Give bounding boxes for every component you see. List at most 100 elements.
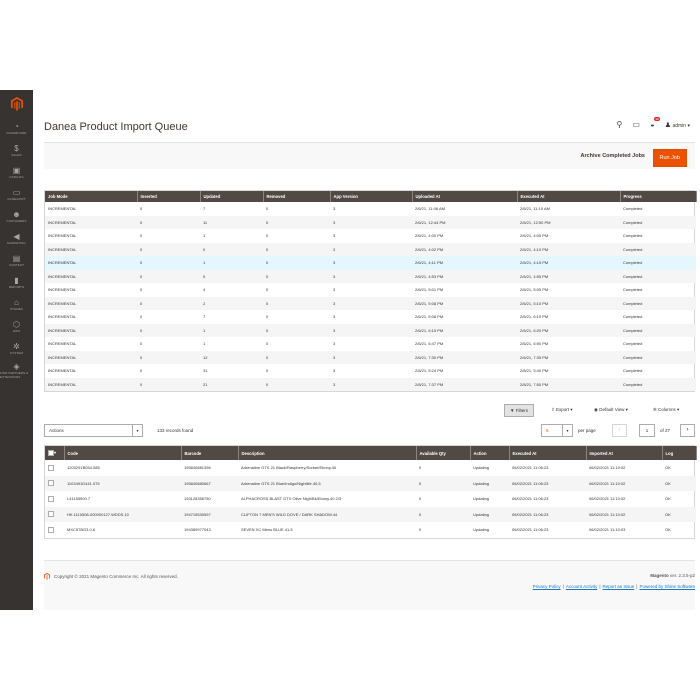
table-cell: 7 [203, 206, 206, 212]
page-number-input[interactable]: 1 [639, 424, 655, 437]
sidebar-item[interactable]: ▣ Catalog [0, 162, 33, 182]
row-select[interactable] [45, 460, 64, 476]
table-row[interactable]: INCREMENTAL 0 4 0 3 2/6/21, 5:01 PM 2/6/21, 5:… [45, 283, 696, 297]
table-row[interactable]: INCREMENTAL 0 2 0 3 2/6/21, 5:08 PM 2/6/21, 5:… [45, 296, 696, 310]
sidebar-item[interactable]: $ Sales [0, 140, 33, 160]
footer-links: Privacy Policy | Account Activity | Report a… [531, 584, 695, 589]
table-row[interactable]: INCREMENTAL 0 0 0 3 2/6/21, 4:02 PM 2/6/21, 4:… [45, 242, 696, 256]
dashboard-icon: ◔ [14, 121, 19, 131]
row-select[interactable] [45, 506, 64, 522]
admin-user-label: admin ▾ [672, 122, 690, 129]
footer-link[interactable]: Account Activity [566, 584, 598, 589]
barcode-link[interactable]: 193128356750 [181, 491, 238, 507]
sidebar-item[interactable]: ▭ Danea/PRT [0, 184, 33, 204]
column-header[interactable]: Progress [620, 191, 697, 202]
column-header[interactable]: Job Mode [45, 191, 138, 202]
sidebar-item[interactable]: ⌂ Stores [0, 294, 33, 314]
per-page-select[interactable]: 5 ▾ [541, 424, 573, 437]
column-header[interactable]: Inserted [137, 191, 201, 202]
admin-user-menu[interactable]: ♟ admin ▾ [665, 121, 690, 129]
table-row[interactable]: L41155900.7 193128356750 ALPHACROSS BLAST … [45, 491, 696, 507]
barcode-link[interactable]: 194389977043 [181, 522, 238, 538]
checkbox[interactable] [48, 480, 54, 487]
table-row[interactable]: MXC57BG3.0.6 194389977043 SEVEN XC Mens BL… [45, 522, 696, 538]
table-row[interactable]: INCREMENTAL 0 1 0 3 2/6/21, 6:15 PM 2/6/21, 6:… [45, 323, 696, 337]
table-row[interactable]: INCREMENTAL 0 31 0 3 2/8/21, 5:24 PM 2/8/21, 5… [45, 364, 696, 378]
table-cell: Completed [623, 233, 643, 239]
column-header[interactable]: Imported At [586, 446, 663, 460]
table-row[interactable]: INCREMENTAL 0 7 0 3 2/6/21, 6:08 PM 2/6/21, 6:… [45, 310, 696, 324]
table-cell: 0 [137, 323, 200, 337]
archive-completed-jobs-button[interactable]: Archive Completed Jobs [581, 153, 646, 159]
view-selector[interactable]: ◉ Default View ▾ [594, 407, 628, 413]
table-cell: 2/6/21, 4:15 PM [517, 256, 620, 270]
export-button[interactable]: ⇪ Export ▾ [551, 407, 573, 413]
table-cell: 0 [266, 314, 269, 320]
barcode-link[interactable]: 195840881396 [181, 460, 238, 476]
sidebar-item[interactable]: ▮ Reports [0, 272, 33, 292]
table-cell: 06/02/2021 11:10:02 [589, 465, 626, 471]
filters-button[interactable]: ▼ Filters [504, 404, 534, 417]
column-header[interactable]: Available Qty [416, 446, 471, 460]
footer-link[interactable]: Powered by Shine Software [639, 584, 695, 589]
mass-actions-select[interactable]: Actions ▾ [44, 424, 143, 437]
column-header[interactable]: Removed [263, 191, 331, 202]
barcode-link[interactable]: 194715530597 [181, 506, 238, 522]
column-header[interactable]: Log [662, 446, 697, 460]
table-row[interactable]: INCREMENTAL 0 5 0 3 2/6/21, 4:53 PM 2/6/21, 4:… [45, 269, 696, 283]
sidebar-item[interactable]: ☻ Customers [0, 206, 33, 226]
table-cell: 2/8/21, 5:24 PM [415, 368, 444, 374]
sidebar-item[interactable]: ◈ Find Partners & Extensions [0, 360, 33, 380]
magento-logo[interactable] [0, 90, 33, 118]
store-icon: ⌂ [14, 297, 19, 307]
bell-icon[interactable]: ◒ 99 [650, 117, 660, 129]
row-select[interactable] [45, 522, 64, 538]
columns-button[interactable]: ✲ Columns ▾ [653, 407, 679, 413]
column-header[interactable]: Code [64, 446, 182, 460]
column-header[interactable]: App Version [330, 191, 413, 202]
search-icon[interactable]: ⚲ [617, 120, 623, 129]
sidebar-item[interactable]: ▤ Content [0, 250, 33, 270]
table-row[interactable]: 1203291B054.085 195840881396 Adrenaline GT… [45, 460, 696, 476]
checkbox[interactable] [48, 526, 54, 533]
table-row[interactable]: INCREMENTAL 0 11 0 3 2/6/21, 12:44 PM 2/6/21, … [45, 215, 696, 229]
gear-icon: ✲ [653, 407, 657, 412]
footer-copyright: Copyright © 2021 Magento Commerce Inc. A… [44, 573, 178, 580]
table-row[interactable]: INCREMENTAL 0 7 0 3 2/6/21, 11:06 AM 2/6/21, 1… [45, 202, 696, 216]
table-row[interactable]: INCREMENTAL 0 12 0 3 2/6/21, 7:30 PM 2/6/21, 7… [45, 350, 696, 364]
column-header[interactable]: Action [470, 446, 510, 460]
monitor-icon[interactable]: ▭ [632, 120, 640, 129]
column-header[interactable]: Description [238, 446, 417, 460]
column-header[interactable]: Barcode [181, 446, 239, 460]
sidebar-item[interactable]: ✲ System [0, 338, 33, 358]
checkbox[interactable] [48, 464, 54, 471]
previous-page-button[interactable]: ‹ [612, 424, 627, 437]
copyright-text: Copyright © 2021 Magento Commerce Inc. A… [54, 574, 178, 579]
table-row[interactable]: INCREMENTAL 0 21 0 3 2/8/21, 7:37 PM 2/8/21, 7… [45, 377, 696, 391]
table-cell: 2/6/21, 5:10 PM [517, 296, 620, 310]
column-header[interactable]: Uploaded At [412, 191, 518, 202]
sidebar-item[interactable]: ◀ Marketing [0, 228, 33, 248]
table-row[interactable]: HK.1110508-000000127.WDDS.10 194715530597… [45, 506, 696, 522]
footer-link[interactable]: Report an Issue [603, 584, 635, 589]
column-header[interactable]: Executed At [517, 191, 621, 202]
sidebar-item[interactable]: ⬡ Hiku [0, 316, 33, 336]
barcode-link[interactable]: 195840880667 [181, 475, 238, 491]
table-row[interactable]: INCREMENTAL 0 1 0 3 2/6/21, 4:11 PM 2/6/21, 4:… [45, 256, 696, 270]
table-row[interactable]: 1103491D441.075 195840880667 Adrenaline GT… [45, 475, 696, 491]
sidebar-item[interactable]: ◔ Dashboard [0, 118, 33, 138]
checkbox[interactable] [48, 495, 54, 502]
footer-link[interactable]: Privacy Policy [533, 584, 561, 589]
row-select[interactable] [45, 475, 64, 491]
column-header[interactable]: Updated [200, 191, 264, 202]
table-cell: 12 [200, 350, 263, 364]
next-page-button[interactable]: › [680, 424, 695, 437]
row-select[interactable] [45, 491, 64, 507]
checkbox[interactable] [48, 511, 54, 518]
table-row[interactable]: INCREMENTAL 0 1 0 3 2/6/21, 6:47 PM 2/6/21, 6:… [45, 337, 696, 351]
run-job-button[interactable]: Run Job [652, 149, 687, 167]
column-header[interactable]: Executed At [509, 446, 587, 460]
select-all-checkbox[interactable]: ▾ [45, 446, 65, 460]
table-row[interactable]: INCREMENTAL 0 1 0 3 2/6/21, 4:00 PM 2/6/21, 4:… [45, 229, 696, 243]
table-cell: INCREMENTAL [45, 269, 137, 283]
